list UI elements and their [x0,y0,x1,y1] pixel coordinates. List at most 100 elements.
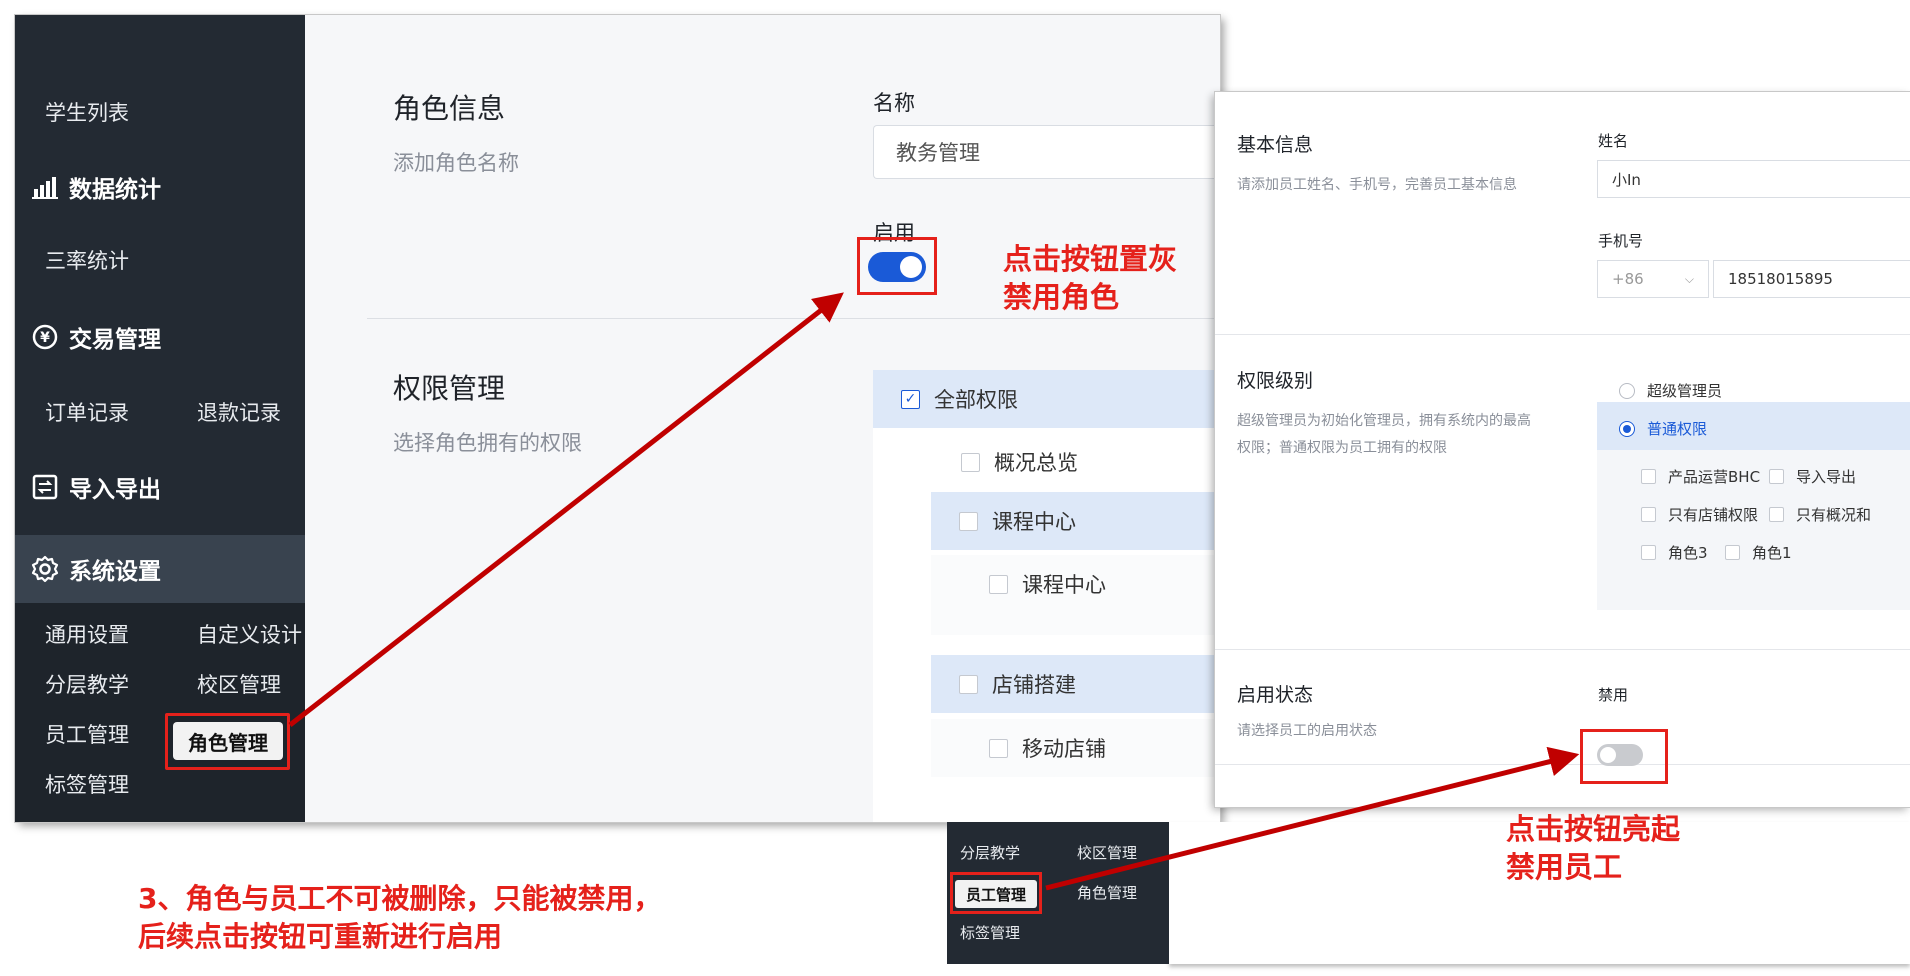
perm-option[interactable]: 角色1 [1725,542,1792,563]
country-code-select[interactable]: +86 ⌵ [1597,260,1709,298]
annotation-line: 后续点击按钮可重新进行启用 [138,920,503,953]
perm-option[interactable]: 角色3 [1641,542,1708,563]
perm-all[interactable]: ✓ 全部权限 [873,370,1220,428]
perm-mobile-store[interactable]: 移动店铺 [931,719,1220,777]
perm-option-label: 角色1 [1752,544,1792,562]
permission-subtitle: 选择角色拥有的权限 [393,431,582,455]
permission-level-title: 权限级别 [1237,370,1314,392]
gear-icon [31,555,59,583]
nav-order-record[interactable]: 订单记录 [45,397,129,427]
perm-course-center-sub[interactable]: 课程中心 [931,555,1220,613]
perm-overview[interactable]: 概况总览 [873,433,1220,491]
name-label: 姓名 [1598,132,1629,150]
perm-label: 全部权限 [934,388,1018,412]
spacer [931,613,1220,635]
perm-course-center[interactable]: 课程中心 [931,492,1220,550]
role-info-subtitle: 添加角色名称 [393,151,519,175]
nav-group-label: 数据统计 [69,177,161,203]
perm-option[interactable]: 只有店铺权限 [1641,504,1758,525]
chevron-down-icon: ⌵ [1684,271,1694,286]
perm-option-label: 只有店铺权限 [1668,506,1759,524]
toggle-knob [1600,747,1616,763]
annotation-line: 点击按钮亮起 [1506,812,1681,846]
status-subtitle: 请选择员工的启用状态 [1237,723,1377,739]
highlight-box-staff-manage [950,872,1042,914]
checkbox-icon[interactable] [961,452,980,472]
nav-campus-manage[interactable]: 校区管理 [1077,842,1137,863]
status-toggle[interactable] [1597,744,1643,766]
radio-super-admin[interactable]: 超级管理员 [1619,380,1722,401]
nav-role-manage[interactable]: 角色管理 [1077,882,1137,903]
basic-info-title: 基本信息 [1237,134,1314,156]
nav-staff-manage[interactable]: 员工管理 [45,719,129,749]
nav-campus-manage[interactable]: 校区管理 [197,669,281,699]
annotation-disable-staff: 点击按钮亮起 禁用员工 [1506,810,1680,886]
checkbox-icon[interactable] [1641,507,1656,522]
enable-toggle[interactable] [868,252,926,282]
perm-label: 课程中心 [992,510,1076,534]
annotation-disable-role: 点击按钮置灰 禁用角色 [1003,240,1177,316]
staff-settings-screenshot: 基本信息 请添加员工姓名、手机号，完善员工基本信息 姓名 小In 手机号 +86… [1215,92,1910,807]
perm-label: 移动店铺 [1022,737,1106,761]
perm-label: 店铺搭建 [992,673,1076,697]
perm-option[interactable]: 产品运营BHC [1641,466,1760,487]
checkbox-icon[interactable] [959,511,978,531]
perm-option[interactable]: 导入导出 [1769,466,1856,487]
nav-student-list[interactable]: 学生列表 [45,97,129,127]
radio-icon[interactable] [1619,382,1635,399]
role-settings-screenshot: 学生列表 数据统计 三率统计 ¥ 交易管理 订单记录 退款记录 导入导出 系统设… [15,15,1220,822]
radio-label: 超级管理员 [1647,382,1723,400]
annotation-line: 禁用员工 [1506,850,1623,884]
name-label: 名称 [873,91,915,115]
perm-store-build[interactable]: 店铺搭建 [931,655,1220,713]
status-title: 启用状态 [1237,684,1314,706]
section-divider [1215,334,1910,335]
role-form: 角色信息 添加角色名称 名称 教务管理 启用 权限管理 选择角色拥有的权限 ✓ … [305,15,1220,822]
section-divider [1215,764,1910,765]
role-info-title: 角色信息 [393,92,506,125]
checkbox-icon[interactable] [1769,469,1784,484]
checkbox-icon[interactable] [959,674,978,694]
checkbox-icon[interactable] [1641,545,1656,560]
nav-group-label: 交易管理 [69,327,161,353]
radio-normal[interactable]: 普通权限 [1619,418,1707,439]
nav-group-trade[interactable]: ¥ 交易管理 [31,320,161,354]
phone-label: 手机号 [1598,232,1644,250]
perm-option-label: 产品运营BHC [1668,468,1761,486]
nav-group-label: 系统设置 [69,559,161,585]
perm-option-label: 角色3 [1668,544,1708,562]
nav-tag-manage[interactable]: 标签管理 [45,769,129,799]
nav-general-settings[interactable]: 通用设置 [45,619,129,649]
perm-option[interactable]: 只有概况和 [1769,504,1871,525]
nav-group-label: 导入导出 [69,477,161,503]
checkbox-checked-icon[interactable]: ✓ [901,389,920,409]
checkbox-icon[interactable] [1725,545,1740,560]
nav-refund-record[interactable]: 退款记录 [197,397,281,427]
annotation-line: 禁用角色 [1003,280,1120,314]
staff-name-input[interactable]: 小In [1597,160,1910,198]
radio-selected-icon[interactable] [1619,420,1635,437]
sidebar: 学生列表 数据统计 三率统计 ¥ 交易管理 订单记录 退款记录 导入导出 系统设… [15,15,305,822]
checkbox-icon[interactable] [989,738,1008,758]
checkbox-icon[interactable] [1641,469,1656,484]
nav-tag-manage[interactable]: 标签管理 [960,922,1020,943]
disable-label: 禁用 [1598,686,1629,704]
bar-chart-icon [31,173,59,201]
nav-custom-design[interactable]: 自定义设计 [197,619,302,649]
permission-title: 权限管理 [393,372,506,405]
checkbox-icon[interactable] [1769,507,1784,522]
perm-option-label: 只有概况和 [1796,506,1872,524]
checkbox-icon[interactable] [989,574,1008,594]
nav-three-rate[interactable]: 三率统计 [45,245,129,275]
nav-layered-teaching[interactable]: 分层教学 [45,669,129,699]
permission-level-subtitle: 超级管理员为初始化管理员，拥有系统内的最高权限；普通权限为员工拥有的权限 [1237,413,1531,456]
role-name-input[interactable]: 教务管理 [873,125,1220,179]
svg-text:¥: ¥ [40,330,50,346]
perm-option-label: 导入导出 [1796,468,1857,486]
nav-layered-teaching[interactable]: 分层教学 [960,842,1020,863]
nav-group-import-export[interactable]: 导入导出 [31,470,161,504]
country-code-value: +86 [1612,270,1644,288]
nav-group-data-stats[interactable]: 数据统计 [31,170,161,204]
phone-input[interactable]: 18518015895 [1713,260,1910,298]
nav-group-system[interactable]: 系统设置 [31,552,161,586]
